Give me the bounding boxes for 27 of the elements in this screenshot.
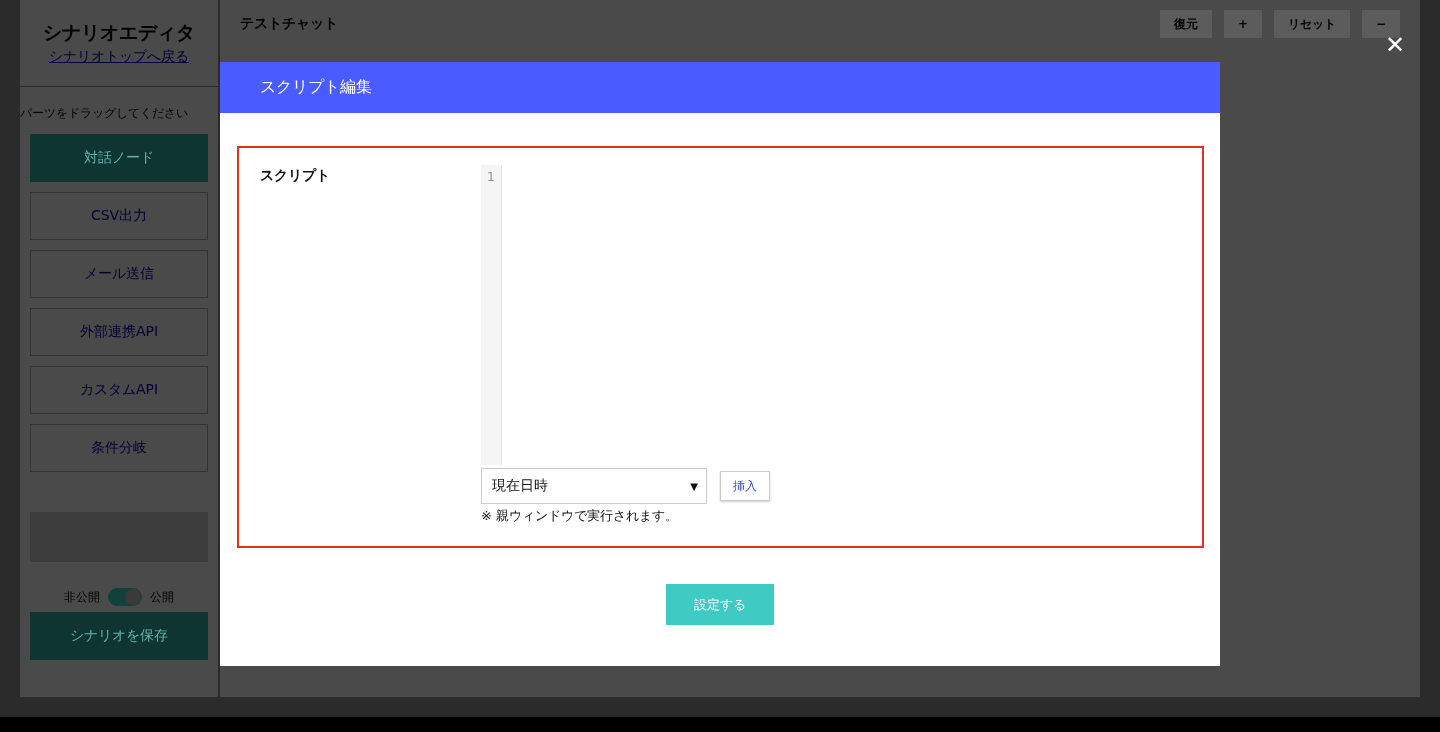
back-link[interactable]: シナリオトップへ戻る (49, 48, 189, 66)
dialog-title: スクリプト編集 (220, 62, 1220, 113)
toolbar-button[interactable]: − (1361, 10, 1400, 38)
submit-button[interactable]: 設定する (666, 584, 774, 625)
part-button[interactable]: カスタムAPI (30, 366, 208, 414)
toolbar-button[interactable]: リセット (1273, 10, 1350, 38)
toolbar-button[interactable]: 復元 (1159, 10, 1212, 38)
part-button[interactable]: 条件分岐 (30, 424, 208, 472)
line-number: 1 (485, 169, 495, 184)
public-label: 公開 (150, 588, 174, 606)
toolbar-button[interactable]: + (1223, 10, 1262, 38)
note-text: ※ 親ウィンドウで実行されます。 (481, 507, 680, 525)
save-button[interactable]: シナリオを保存 (30, 612, 208, 660)
variable-select[interactable]: 現在日時 ▼ (481, 468, 707, 504)
part-button[interactable]: メール送信 (30, 250, 208, 298)
part-button[interactable]: 対話ノード (30, 134, 208, 182)
drag-hint: パーツをドラッグしてください (20, 105, 188, 122)
private-label: 非公開 (64, 588, 100, 606)
part-button[interactable]: 外部連携API (30, 308, 208, 356)
caret-icon: ▼ (690, 480, 698, 492)
app-title: シナリオエディタ (43, 20, 195, 45)
canvas-title: テストチャット (240, 15, 338, 33)
code-editor[interactable]: 1 (481, 165, 1181, 465)
insert-button[interactable]: 挿入 (720, 471, 770, 501)
field-label: スクリプト (260, 167, 331, 185)
publish-toggle[interactable] (108, 588, 142, 606)
part-button[interactable]: CSV出力 (30, 192, 208, 240)
